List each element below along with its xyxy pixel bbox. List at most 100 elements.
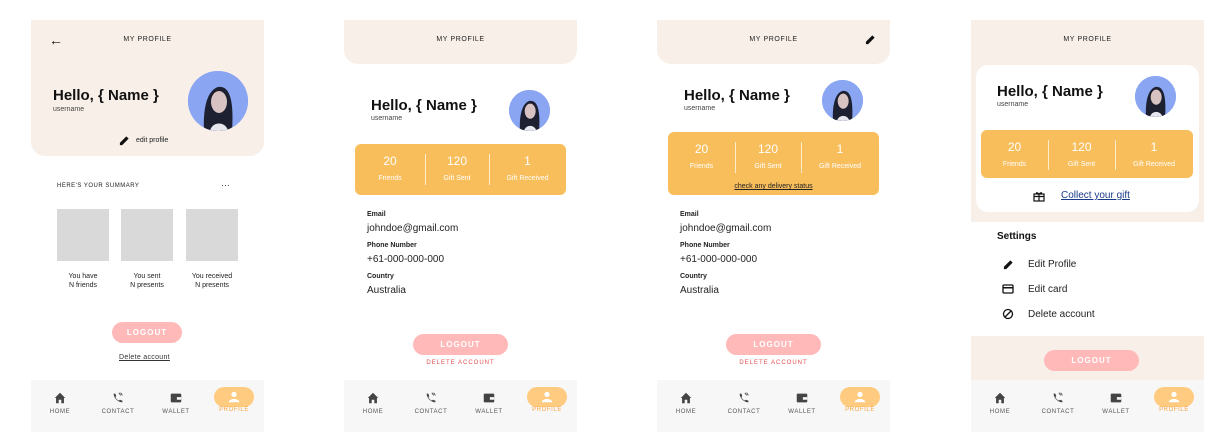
logout-section: LOGOUT [971, 336, 1204, 384]
page-title: MY PROFILE [123, 36, 172, 43]
edit-profile-button[interactable]: edit profile [119, 135, 168, 146]
country-label: Country [367, 273, 394, 280]
logout-button[interactable]: LOGOUT [726, 334, 821, 355]
nav-home[interactable]: HOME [975, 390, 1025, 415]
edit-profile-label: edit profile [136, 137, 169, 144]
profile-icon [853, 390, 867, 404]
email-label: Email [367, 211, 386, 218]
page-title: MY PROFILE [1063, 36, 1112, 43]
summary-line: You sent [133, 273, 161, 280]
home-icon [366, 391, 380, 405]
stat-gift-sent: 120 Gift Sent [1048, 130, 1115, 178]
settings-edit-card[interactable]: Edit card [1001, 281, 1067, 297]
home-icon [53, 391, 67, 405]
nav-contact[interactable]: CONTACT [93, 390, 143, 415]
username: username [371, 115, 403, 122]
stat-label: Gift Received [506, 175, 549, 182]
nav-contact[interactable]: CONTACT [719, 390, 769, 415]
pencil-icon [1003, 259, 1014, 270]
stat-value: 120 [1071, 140, 1092, 154]
stat-label: Friends [1002, 161, 1027, 168]
nav-wallet[interactable]: WALLET [777, 390, 827, 415]
summary-friends-caption: You have N friends [48, 272, 118, 290]
logout-button[interactable]: LOGOUT [112, 322, 182, 343]
summary-sent-caption: You sent N presents [112, 272, 182, 290]
nav-profile[interactable]: PROFILE [835, 387, 885, 413]
greeting: Hello, { Name } [53, 87, 159, 104]
nav-profile[interactable]: PROFILE [1149, 387, 1199, 413]
delivery-status-link[interactable]: check any delivery status [668, 183, 879, 190]
stat-value: 20 [694, 142, 709, 156]
settings-edit-profile[interactable]: Edit Profile [1001, 256, 1076, 272]
username: username [684, 105, 716, 112]
nav-profile[interactable]: PROFILE [522, 387, 572, 413]
username: username [997, 101, 1029, 108]
profile-icon [540, 390, 554, 404]
more-options-icon[interactable]: ··· [221, 180, 230, 190]
nav-label: HOME [362, 409, 384, 415]
nav-home[interactable]: HOME [348, 390, 398, 415]
home-icon [993, 391, 1007, 405]
avatar [509, 90, 550, 131]
collect-gift-link[interactable]: Collect your gift [1061, 190, 1130, 201]
phone-value: +61-000-000-000 [367, 254, 445, 265]
greeting: Hello, { Name } [997, 83, 1103, 100]
avatar [1135, 76, 1176, 117]
nav-wallet[interactable]: WALLET [1091, 390, 1141, 415]
settings-delete-account[interactable]: Delete account [1001, 306, 1095, 322]
nav-label: HOME [989, 409, 1011, 415]
stat-value: 120 [446, 154, 468, 168]
settings-item-label: Delete account [1028, 308, 1095, 320]
username: username [53, 106, 85, 113]
country-label: Country [680, 273, 707, 280]
nav-home[interactable]: HOME [35, 390, 85, 415]
stat-value: 1 [1150, 140, 1158, 154]
summary-sent-image [121, 209, 173, 261]
nav-label: HOME [49, 409, 71, 415]
profile-header: MY PROFILE Hello, { Name } username 20 Fr… [971, 20, 1204, 222]
delete-account-link[interactable]: DELETE ACCOUNT [344, 360, 577, 366]
edit-pencil-icon[interactable] [865, 34, 876, 45]
email-value: johndoe@gmail.com [367, 223, 459, 234]
nav-contact[interactable]: CONTACT [1033, 390, 1083, 415]
summary-received-caption: You received N presents [177, 272, 247, 290]
email-label: Email [680, 211, 699, 218]
wallet-icon [482, 391, 496, 405]
stat-gift-received: 1 Gift Received [1115, 130, 1193, 178]
stat-label: Gift Sent [443, 175, 471, 182]
profile-icon [227, 390, 241, 404]
page-title: MY PROFILE [749, 36, 798, 43]
page-title: MY PROFILE [436, 36, 485, 43]
nav-wallet[interactable]: WALLET [151, 390, 201, 415]
profile-header: ← MY PROFILE Hello, { Name } username ed… [31, 20, 264, 156]
nav-contact[interactable]: CONTACT [406, 390, 456, 415]
delete-account-link[interactable]: DELETE ACCOUNT [657, 360, 890, 366]
stat-label: Gift Sent [1067, 161, 1096, 168]
phone-value: +61-000-000-000 [680, 254, 758, 265]
nav-wallet[interactable]: WALLET [464, 390, 514, 415]
settings-item-label: Edit Profile [1028, 258, 1077, 270]
greeting: Hello, { Name } [684, 87, 790, 104]
profile-header: MY PROFILE [657, 20, 890, 64]
summary-line: N presents [130, 282, 164, 289]
pencil-icon [119, 135, 130, 146]
logout-button[interactable]: LOGOUT [1044, 350, 1139, 371]
stat-gift-received: 1 Gift Received [489, 144, 566, 195]
nav-home[interactable]: HOME [661, 390, 711, 415]
summary-line: You have [68, 273, 98, 280]
nav-label: PROFILE [219, 407, 249, 413]
stat-label: Friends [689, 163, 714, 170]
stats-panel: 20 Friends 120 Gift Sent 1 Gift Received [355, 144, 566, 195]
gift-icon [1033, 190, 1045, 202]
delete-account-link[interactable]: Delete account [119, 354, 170, 361]
logout-button[interactable]: LOGOUT [413, 334, 508, 355]
stat-label: Friends [378, 175, 402, 182]
nav-label: CONTACT [1041, 409, 1075, 415]
nav-profile[interactable]: PROFILE [209, 387, 259, 413]
phone-label: Phone Number [367, 242, 417, 249]
stat-friends: 20 Friends [355, 144, 425, 195]
contact-icon [111, 391, 125, 405]
nav-label: PROFILE [845, 407, 875, 413]
stats-panel: 20 Friends 120 Gift Sent 1 Gift Received ch… [668, 132, 879, 195]
nav-label: WALLET [788, 409, 816, 415]
